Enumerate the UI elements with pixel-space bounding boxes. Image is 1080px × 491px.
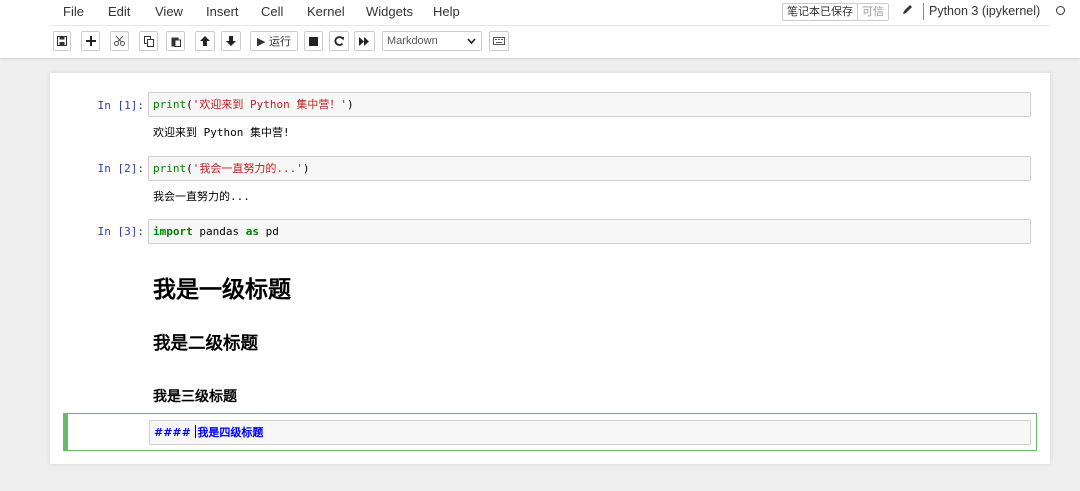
cell-3-prompt: In [3]: bbox=[97, 225, 144, 238]
arrow-up-icon bbox=[200, 36, 210, 46]
kernel-idle-icon bbox=[1056, 6, 1065, 15]
cell-3-input[interactable]: import pandas as pd bbox=[148, 219, 1031, 244]
cut-button[interactable] bbox=[110, 31, 129, 51]
code-string: '欢迎来到 Python 集中营！' bbox=[192, 98, 347, 111]
code-keyword-as: as bbox=[245, 225, 259, 238]
markdown-editor[interactable]: #### 我是四级标题 bbox=[149, 420, 1031, 445]
insert-cell-button[interactable] bbox=[81, 31, 100, 51]
cell-2-prompt: In [2]: bbox=[97, 162, 144, 175]
copy-icon bbox=[143, 35, 154, 47]
markdown-h2: 我是二级标题 bbox=[153, 334, 258, 354]
restart-run-all-button[interactable] bbox=[354, 31, 375, 51]
selected-markdown-cell[interactable]: #### 我是四级标题 bbox=[63, 413, 1037, 451]
paste-icon bbox=[171, 36, 181, 47]
move-down-button[interactable] bbox=[221, 31, 241, 51]
cell-2-output: 我会一直努力的... bbox=[153, 190, 250, 203]
stop-icon bbox=[309, 36, 318, 46]
save-button[interactable] bbox=[53, 31, 71, 51]
copy-button[interactable] bbox=[139, 31, 158, 51]
fast-forward-icon bbox=[359, 36, 370, 46]
move-up-button[interactable] bbox=[195, 31, 215, 51]
markdown-h1: 我是一级标题 bbox=[153, 277, 291, 303]
toolbar: ▶ 运行 Markdown bbox=[50, 31, 1050, 53]
menu-file[interactable]: File bbox=[63, 4, 84, 19]
command-palette-button[interactable] bbox=[489, 31, 509, 51]
notebook-header: File Edit View Insert Cell Kernel Widget… bbox=[0, 0, 1080, 58]
menu-edit[interactable]: Edit bbox=[108, 4, 130, 19]
markdown-h3: 我是三级标题 bbox=[153, 389, 237, 405]
menu-kernel[interactable]: Kernel bbox=[307, 4, 345, 19]
menu-cell[interactable]: Cell bbox=[261, 4, 283, 19]
code-open-paren: ( bbox=[186, 162, 193, 175]
restart-icon bbox=[334, 36, 344, 46]
kernel-separator bbox=[923, 3, 924, 20]
notebook-container: In [1]: print('欢迎来到 Python 集中营！') 欢迎来到 P… bbox=[50, 73, 1050, 464]
interrupt-button[interactable] bbox=[304, 31, 323, 51]
chevron-down-icon bbox=[467, 32, 476, 56]
menu-insert[interactable]: Insert bbox=[206, 4, 239, 19]
plus-icon bbox=[85, 36, 96, 46]
code-alias: pd bbox=[258, 225, 279, 238]
keyboard-icon bbox=[493, 37, 505, 45]
markdown-hash: #### bbox=[154, 426, 191, 439]
code-open-paren: ( bbox=[186, 98, 193, 111]
menu-view[interactable]: View bbox=[155, 4, 183, 19]
code-fn: print bbox=[153, 98, 187, 111]
cell-1-output: 欢迎来到 Python 集中营! bbox=[153, 126, 290, 139]
cell-type-select[interactable]: Markdown bbox=[382, 31, 482, 51]
cut-icon bbox=[114, 36, 125, 46]
trusted-badge[interactable]: 可信 bbox=[857, 3, 889, 21]
menu-widgets[interactable]: Widgets bbox=[366, 4, 413, 19]
markdown-edit-text: 我是四级标题 bbox=[197, 426, 264, 439]
paste-button[interactable] bbox=[166, 31, 185, 51]
code-close-paren: ) bbox=[302, 162, 310, 175]
cell-1-input[interactable]: print('欢迎来到 Python 集中营！') bbox=[148, 92, 1031, 117]
pencil-icon[interactable] bbox=[901, 3, 915, 19]
cell-selection-bar bbox=[64, 413, 68, 451]
code-string: '我会一直努力的...' bbox=[192, 162, 303, 175]
cell-2-input[interactable]: print('我会一直努力的...') bbox=[148, 156, 1031, 181]
code-fn: print bbox=[153, 162, 187, 175]
restart-button[interactable] bbox=[329, 31, 349, 51]
kernel-name[interactable]: Python 3 (ipykernel) bbox=[929, 4, 1040, 18]
cell-1-prompt: In [1]: bbox=[97, 99, 144, 112]
save-icon bbox=[57, 36, 67, 46]
code-module: pandas bbox=[192, 225, 246, 238]
menu-help[interactable]: Help bbox=[433, 4, 460, 19]
arrow-down-icon bbox=[226, 36, 236, 46]
menubar: File Edit View Insert Cell Kernel Widget… bbox=[50, 0, 1065, 26]
notebook-saved-status: 笔记本已保存 bbox=[782, 3, 858, 21]
cell-type-value: Markdown bbox=[387, 35, 438, 47]
code-close-paren: ) bbox=[346, 98, 354, 111]
code-keyword-import: import bbox=[153, 225, 193, 238]
run-button[interactable]: ▶ 运行 bbox=[250, 31, 298, 51]
